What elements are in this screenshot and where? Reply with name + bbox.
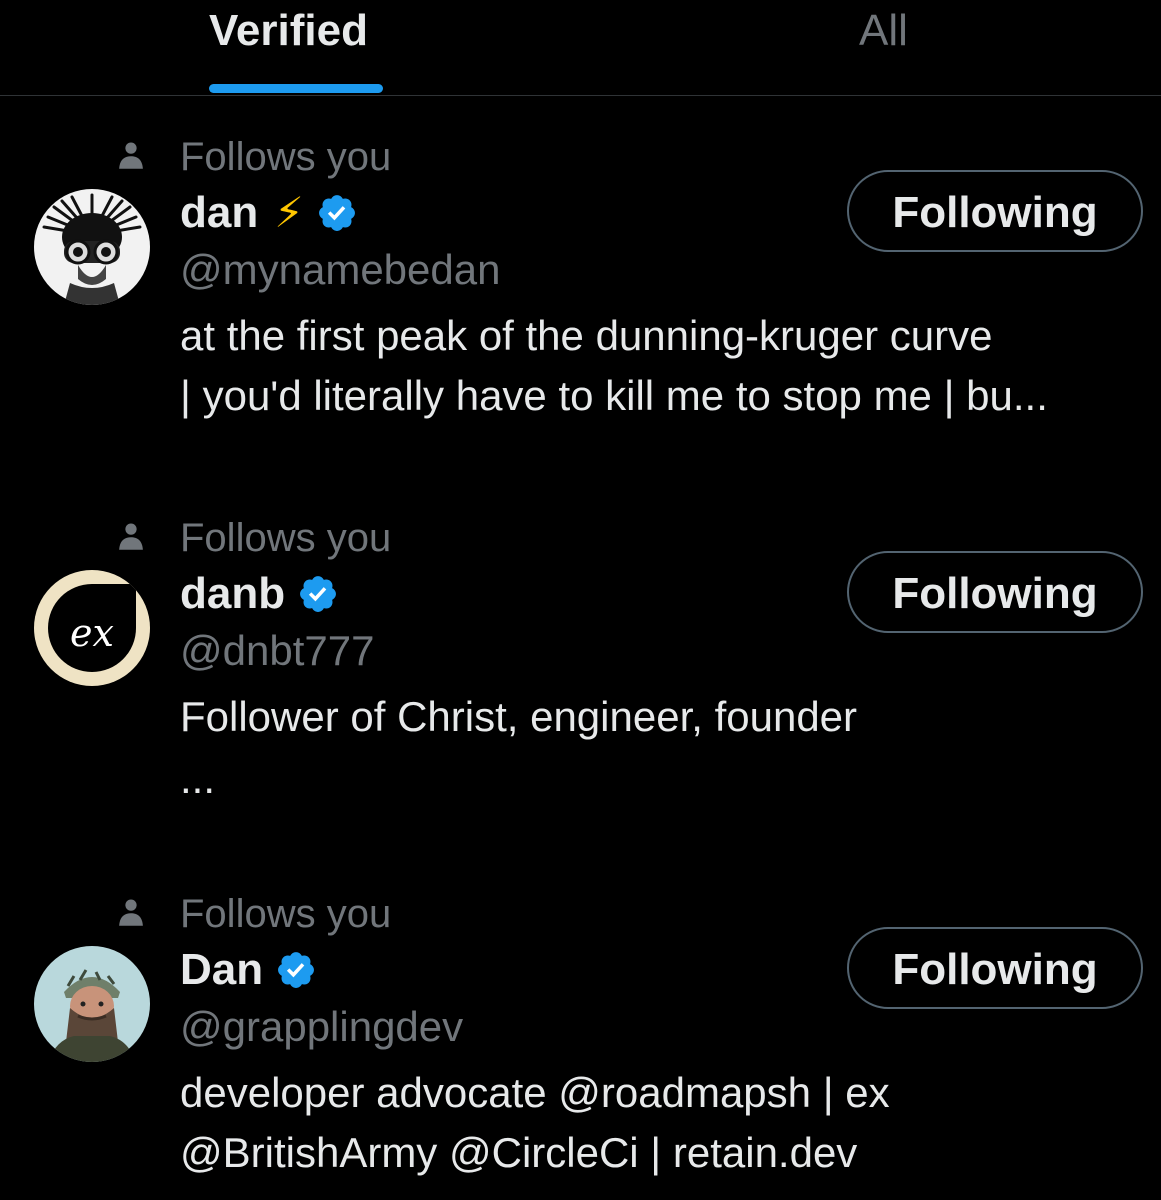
verified-badge-icon <box>318 195 355 231</box>
tab-verified[interactable]: Verified <box>180 0 420 95</box>
tab-verified-label: Verified <box>209 6 368 55</box>
follows-you-row: Follows you <box>116 887 516 937</box>
person-icon <box>119 142 143 169</box>
user-bio: developer advocate @roadmapsh | ex @Brit… <box>180 1063 1155 1183</box>
person-icon <box>119 899 143 926</box>
following-button[interactable]: Following <box>847 927 1143 1009</box>
tab-all[interactable]: All <box>820 0 960 95</box>
user-handle[interactable]: @dnbt777 <box>180 623 374 679</box>
bio-line: at the first peak of the dunning-kruger … <box>180 312 993 359</box>
bio-line: @BritishArmy @CircleCi | retain.dev <box>180 1129 858 1176</box>
bearded-man-avatar-icon <box>34 946 150 1062</box>
follows-you-label: Follows you <box>180 892 392 936</box>
user-handle[interactable]: @grapplingdev <box>180 999 463 1055</box>
verified-badge-icon <box>300 576 337 612</box>
avatar[interactable]: ex <box>34 570 150 686</box>
bio-ellipsis: ... <box>180 755 216 802</box>
user-handle[interactable]: @mynamebedan <box>180 242 500 298</box>
user-bio: Follower of Christ, engineer, founder ..… <box>180 687 1155 807</box>
name-row: danb <box>180 566 339 622</box>
display-name: dan <box>180 188 259 237</box>
goggles-avatar-icon <box>34 189 150 305</box>
verified-badge-icon <box>278 952 315 988</box>
tab-all-label: All <box>859 6 908 55</box>
display-name: Dan <box>180 945 264 994</box>
user-cell[interactable]: Follows you Dan @grapplingdev developer … <box>0 887 1161 1200</box>
avatar[interactable] <box>34 946 150 1062</box>
user-cell[interactable]: Follows you dan ⚡ @mynamebedan at the fi… <box>0 130 1161 480</box>
name-row: Dan <box>180 942 317 998</box>
following-button[interactable]: Following <box>847 170 1143 252</box>
follows-you-label: Follows you <box>180 516 392 560</box>
bio-line: developer advocate @roadmapsh | ex <box>180 1069 890 1116</box>
bio-line: | you'd literally have to kill me to sto… <box>180 372 1048 419</box>
user-cell[interactable]: Follows you ex danb @dnbt777 Follower of… <box>0 511 1161 851</box>
follows-you-row: Follows you <box>116 511 516 561</box>
lightning-emoji: ⚡ <box>274 189 304 236</box>
following-button[interactable]: Following <box>847 551 1143 633</box>
follows-you-row: Follows you <box>116 130 516 180</box>
bio-line: Follower of Christ, engineer, founder <box>180 693 858 740</box>
follows-you-label: Follows you <box>180 135 392 179</box>
name-row: dan ⚡ <box>180 185 358 241</box>
user-bio: at the first peak of the dunning-kruger … <box>180 306 1155 426</box>
display-name: danb <box>180 569 286 618</box>
tab-bar: Verified All <box>0 0 1161 96</box>
ex-logo-avatar-icon: ex <box>34 570 150 686</box>
person-icon <box>119 523 143 550</box>
active-tab-indicator <box>209 84 383 93</box>
ex-logo-text: ex <box>70 611 114 655</box>
avatar[interactable] <box>34 189 150 305</box>
